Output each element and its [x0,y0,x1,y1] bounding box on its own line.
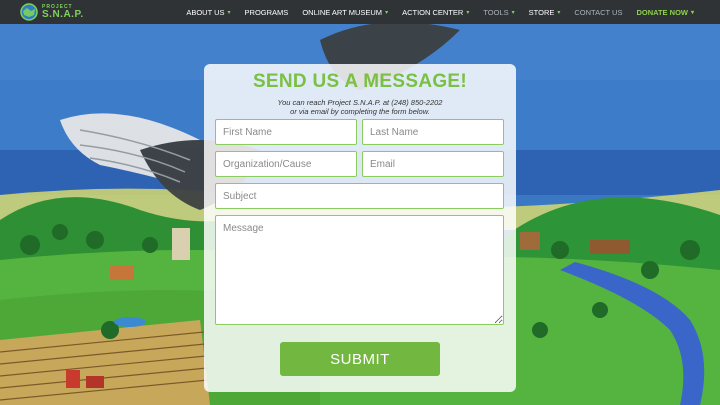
nav-item-label: TOOLS [483,7,509,17]
message-textarea[interactable] [215,215,504,325]
form-subtitle-line: or via email by completing the form belo… [290,107,430,116]
submit-button[interactable]: SUBMIT [280,342,440,376]
nav-item-label: CONTACT US [574,7,623,17]
site-logo[interactable]: PROJECT S.N.A.P. [20,0,84,24]
nav-item-label: ONLINE ART MUSEUM [302,7,383,17]
form-title: SEND US A MESSAGE! [252,71,468,92]
nav-item-about-us[interactable]: ABOUT US ▾ [186,8,230,17]
chevron-down-icon: ▾ [557,9,561,16]
nav-item-label: ABOUT US [186,7,225,17]
chevron-down-icon: ▾ [690,9,694,16]
logo-globe-icon [20,3,38,21]
nav-item-tools[interactable]: TOOLS ▾ [483,8,514,17]
nav-item-label: DONATE NOW [636,7,688,17]
logo-big-text: S.N.A.P. [42,8,84,20]
nav-item-label: ACTION CENTER [402,7,464,17]
main-nav: ABOUT US ▾ PROGRAMS ONLINE ART MUSEUM ▾ … [172,0,694,24]
chevron-down-icon: ▾ [227,9,231,16]
nav-item-online-art-museum[interactable]: ONLINE ART MUSEUM ▾ [302,8,388,17]
chevron-down-icon: ▾ [385,9,389,16]
form-subtitle-line: You can reach Project S.N.A.P. at (248) … [277,98,443,107]
last-name-input[interactable] [362,119,504,145]
nav-item-contact-us[interactable]: CONTACT US [574,8,622,17]
nav-item-programs[interactable]: PROGRAMS [245,8,289,17]
chevron-down-icon: ▾ [511,9,515,16]
first-name-input[interactable] [215,119,357,145]
nav-item-label: STORE [528,7,555,17]
subject-input[interactable] [215,183,504,209]
top-navbar: PROJECT S.N.A.P. ABOUT US ▾ PROGRAMS ONL… [0,0,720,24]
form-subtitle: You can reach Project S.N.A.P. at (248) … [204,98,516,116]
organization-input[interactable] [215,151,357,177]
nav-item-donate-now[interactable]: DONATE NOW ▾ [636,8,694,17]
email-input[interactable] [362,151,504,177]
nav-item-label: PROGRAMS [244,7,289,17]
nav-item-action-center[interactable]: ACTION CENTER ▾ [402,8,469,17]
chevron-down-icon: ▾ [466,9,470,16]
nav-item-store[interactable]: STORE ▾ [529,8,561,17]
contact-form-card: SEND US A MESSAGE! You can reach Project… [204,64,516,392]
